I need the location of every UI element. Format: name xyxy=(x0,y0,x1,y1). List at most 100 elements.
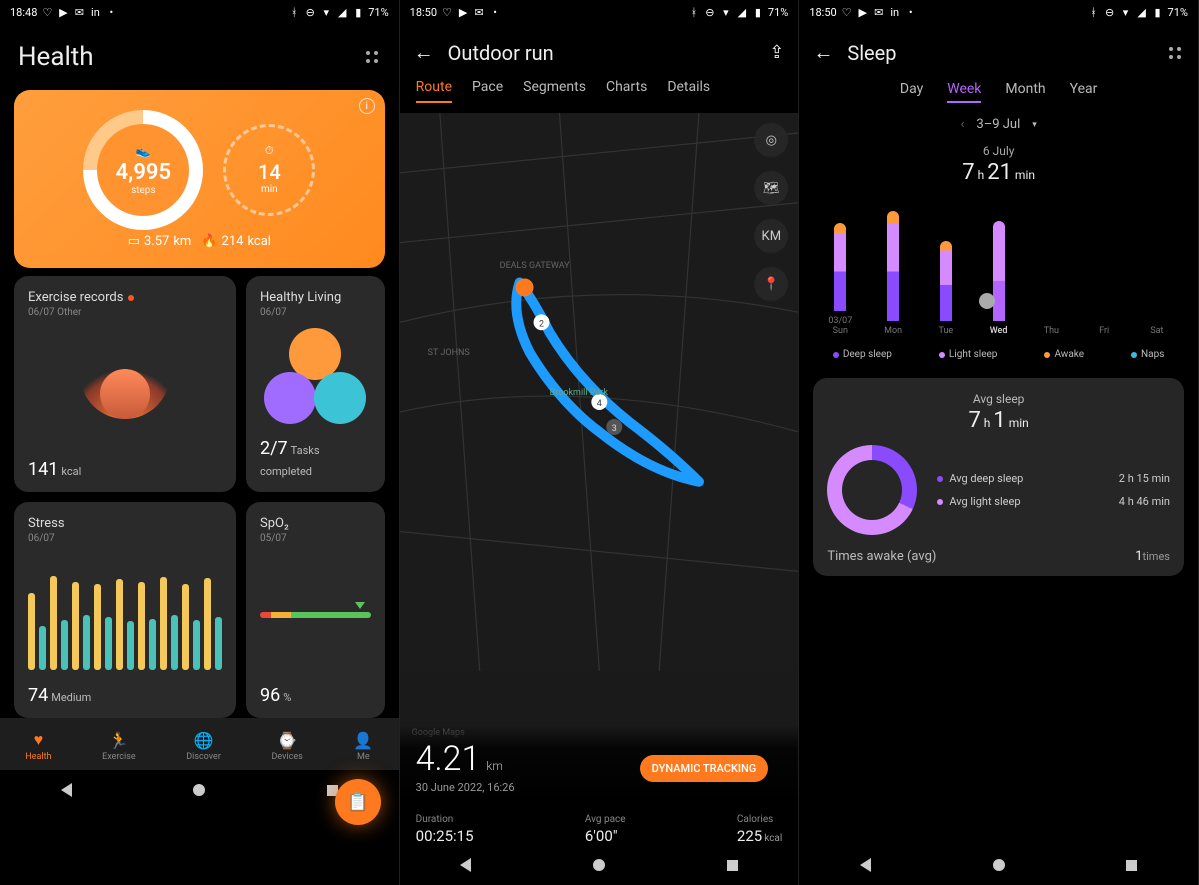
dynamic-tracking-button[interactable]: DYNAMIC TRACKING xyxy=(640,755,769,782)
kcal-unit: kcal xyxy=(247,234,271,249)
back-button[interactable] xyxy=(860,858,871,872)
info-icon[interactable]: i xyxy=(359,98,375,114)
tab-route[interactable]: Route xyxy=(416,79,452,103)
sleep-day-column[interactable]: Thu xyxy=(1036,321,1066,337)
stat-value: 225 xyxy=(737,827,762,845)
activity-hero-card[interactable]: i 👟 4,995 steps ⏱ 14 min ▭ 3.57 km xyxy=(14,90,385,268)
tab-charts[interactable]: Charts xyxy=(606,79,647,103)
stress-bar xyxy=(149,619,156,670)
spo2-tile[interactable]: SpO₂ 05/07 96% xyxy=(246,502,385,718)
healthy-living-tile[interactable]: Healthy Living 06/07 2/7Tasks completed xyxy=(246,276,385,492)
run-stats: Duration00:25:15 Avg pace6'00" Calories2… xyxy=(400,802,799,845)
watch-icon: ⌚ xyxy=(277,731,297,750)
home-button[interactable] xyxy=(993,859,1005,871)
sleep-day-column[interactable]: Wed xyxy=(984,221,1014,337)
nav-devices[interactable]: ⌚Devices xyxy=(271,731,302,762)
share-icon[interactable]: ⇪ xyxy=(769,42,784,63)
stat-value: 00:25:15 xyxy=(416,827,474,845)
heart-icon: ♡ xyxy=(841,6,853,18)
legend-label: Naps xyxy=(1141,349,1164,360)
heart-icon: ♡ xyxy=(41,6,53,18)
tile-value: 74 xyxy=(28,685,48,706)
tile-value: 2/7 xyxy=(260,438,288,459)
bluetooth-icon: ᚼ xyxy=(288,6,300,18)
kcal-value: 214 xyxy=(222,234,244,249)
tab-week[interactable]: Week xyxy=(947,81,981,103)
distance-value: 3.57 xyxy=(144,234,169,249)
nav-exercise[interactable]: 🏃Exercise xyxy=(102,731,136,762)
flame-icon: 🔥 xyxy=(201,234,217,249)
run-tabs: Route Pace Segments Charts Details xyxy=(400,71,799,109)
clover-graphic xyxy=(260,328,370,428)
sleep-day-column[interactable]: 03/07Sun xyxy=(825,223,855,337)
page-title: Sleep xyxy=(847,41,1152,65)
stat-label: Calories xyxy=(737,814,782,825)
sleep-day-column[interactable]: Tue xyxy=(931,241,961,337)
tab-segments[interactable]: Segments xyxy=(523,79,586,103)
health-screen: 18:48 ♡ ▶ ✉ in • ᚼ ⊖ ▾ ◢ ▮ 71% Health i … xyxy=(0,0,400,885)
exercise-records-tile[interactable]: Exercise records 06/07 Other 141kcal xyxy=(14,276,236,492)
more-icon[interactable] xyxy=(1166,44,1184,62)
legend-item: Deep sleep xyxy=(833,349,892,360)
nav-me[interactable]: 👤Me xyxy=(353,731,373,762)
date-range-selector[interactable]: ‹ 3–9 Jul ▾ xyxy=(799,109,1198,140)
mail-icon: ✉ xyxy=(473,6,485,18)
minutes-value: 14 xyxy=(258,160,281,184)
legend-item: Light sleep xyxy=(939,349,998,360)
markers-icon[interactable]: 📍 xyxy=(754,267,788,301)
youtube-icon: ▶ xyxy=(857,6,869,18)
sunset-graphic xyxy=(80,359,170,419)
sleep-day-column[interactable]: Mon xyxy=(878,211,908,337)
dot-icon: • xyxy=(489,6,501,18)
range-tabs: Day Week Month Year xyxy=(799,71,1198,109)
chevron-down-icon: ▾ xyxy=(1032,120,1037,130)
notification-dot-icon xyxy=(128,295,134,301)
tab-year[interactable]: Year xyxy=(1070,81,1098,103)
run-date: 30 June 2022, 16:26 xyxy=(416,781,783,794)
battery-pct: 71% xyxy=(368,6,388,19)
map-labels: DEALS GATEWAY ST JOHNS Brookmill Park Go… xyxy=(400,113,799,802)
home-button[interactable] xyxy=(593,859,605,871)
signal-icon: ◢ xyxy=(1136,6,1148,18)
chevron-left-icon[interactable]: ‹ xyxy=(960,117,964,132)
linkedin-icon: in xyxy=(889,6,901,18)
sleep-day-column[interactable]: Sat xyxy=(1142,321,1172,337)
sleep-day-column[interactable]: Fri xyxy=(1089,321,1119,337)
locate-icon[interactable]: ◎ xyxy=(754,123,788,157)
tab-day[interactable]: Day xyxy=(900,81,923,103)
tile-subtitle: 05/07 xyxy=(260,533,371,544)
unit-toggle[interactable]: KM xyxy=(754,219,788,253)
recents-button[interactable] xyxy=(727,860,738,871)
tab-pace[interactable]: Pace xyxy=(472,79,503,103)
back-button[interactable] xyxy=(460,858,471,872)
sleep-week-chart[interactable]: 03/07Sun Mon Tue Wed Thu Fri Sat xyxy=(799,197,1198,337)
recents-button[interactable] xyxy=(1126,860,1137,871)
legend-item: Naps xyxy=(1131,349,1164,360)
nav-health[interactable]: ♥Health xyxy=(25,730,51,762)
stress-bar xyxy=(127,621,134,669)
map-style-icon[interactable]: 🗺 xyxy=(754,171,788,205)
day-label: Mon xyxy=(884,327,902,337)
home-button[interactable] xyxy=(193,784,205,796)
quick-action-fab[interactable]: 📋 xyxy=(335,779,381,825)
avg-sleep-card[interactable]: Avg sleep 7 h 1 min Avg deep sleep2 h 15… xyxy=(813,378,1184,576)
back-button[interactable] xyxy=(61,783,72,797)
stress-bar xyxy=(138,582,145,670)
stress-bar xyxy=(39,626,46,670)
back-icon[interactable]: ← xyxy=(414,40,434,65)
dnd-icon: ⊖ xyxy=(704,6,716,18)
tab-details[interactable]: Details xyxy=(667,79,710,103)
dnd-icon: ⊖ xyxy=(1104,6,1116,18)
dot-icon: • xyxy=(905,6,917,18)
stress-tile[interactable]: Stress 06/07 74Medium xyxy=(14,502,236,718)
tab-month[interactable]: Month xyxy=(1005,81,1045,103)
back-icon[interactable]: ← xyxy=(813,40,833,65)
route-map[interactable]: 2 4 3 DEALS GATEWAY ST JOHNS Brookmill P… xyxy=(400,113,799,802)
awake-value: 1 xyxy=(1135,549,1142,564)
legend-dot-icon xyxy=(937,499,943,505)
slider-thumb[interactable] xyxy=(979,293,995,309)
nav-discover[interactable]: 🌐Discover xyxy=(186,731,221,762)
steps-unit: steps xyxy=(116,185,171,196)
more-icon[interactable] xyxy=(363,48,381,66)
steps-value: 4,995 xyxy=(116,160,171,185)
